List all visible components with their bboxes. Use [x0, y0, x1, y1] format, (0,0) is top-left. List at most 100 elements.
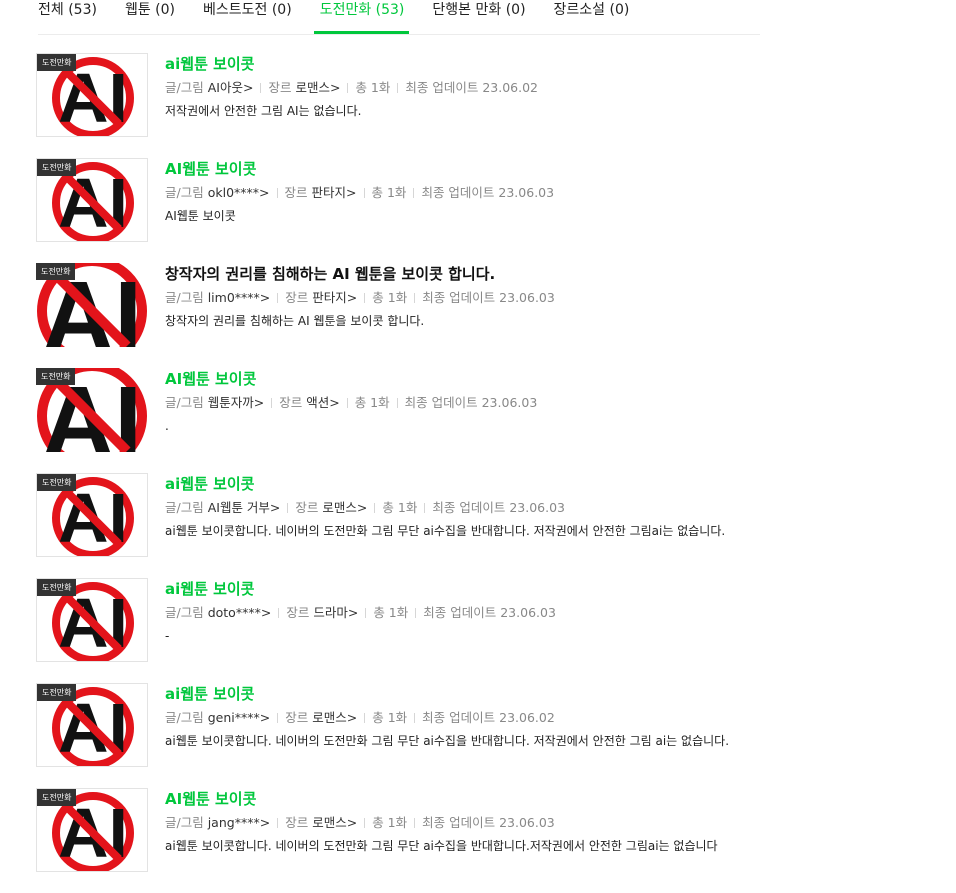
- genre-name: 판타지: [311, 185, 347, 200]
- thumbnail[interactable]: AI도전만화: [36, 788, 148, 872]
- meta-divider: [277, 713, 279, 723]
- genre-link[interactable]: 장르 로맨스>: [268, 80, 340, 95]
- update-date: 23.06.03: [499, 290, 555, 305]
- item-meta: 글/그림 geni****> 장르 로맨스> 총 1화 최종 업데이트 23.06.0…: [165, 709, 555, 727]
- meta-divider: [414, 818, 416, 828]
- chevron-right-icon: >: [259, 815, 271, 830]
- chevron-right-icon: >: [329, 80, 341, 95]
- thumbnail[interactable]: AI도전만화: [36, 53, 148, 137]
- update-date: 23.06.02: [482, 80, 539, 95]
- author-link[interactable]: 글/그림 doto****>: [165, 605, 271, 620]
- meta-divider: [364, 818, 366, 828]
- update-date: 23.06.03: [481, 395, 538, 410]
- thumbnail[interactable]: AI도전만화: [36, 473, 148, 557]
- chevron-right-icon: >: [259, 290, 271, 305]
- genre-link[interactable]: 장르 드라마>: [286, 605, 358, 620]
- genre-link[interactable]: 장르 판타지>: [285, 185, 357, 200]
- episode-count: 총 1화: [371, 185, 407, 200]
- list-item: AI도전만화AI웹툰 보이콧글/그림 웹툰자까>장르 액션>총 1화최종 업데이…: [36, 368, 796, 473]
- meta-divider: [271, 398, 273, 408]
- genre-link[interactable]: 장르 로맨스>: [285, 710, 357, 725]
- meta-divider: [276, 188, 278, 198]
- list-item: AI도전만화 AI웹툰 보이콧글/그림 okl0****> 장르 판타지> 총 1화 최…: [36, 158, 796, 263]
- genre-link[interactable]: 장르 로맨스>: [285, 815, 357, 830]
- author-name: okl0****: [207, 185, 260, 200]
- item-title[interactable]: AI웹툰 보이콧: [165, 789, 256, 809]
- list-item: AI도전만화AI웹툰 보이콧글/그림 jang****>장르 로맨스>총 1화최…: [36, 788, 796, 893]
- meta-divider: [414, 713, 416, 723]
- item-description: -: [165, 629, 170, 643]
- item-title[interactable]: ai웹툰 보이콧: [165, 54, 255, 74]
- meta-divider: [287, 503, 289, 513]
- update-date: 23.06.03: [500, 605, 556, 620]
- meta-divider: [365, 608, 367, 618]
- genre-name: 드라마: [313, 605, 348, 620]
- update-date: 23.06.03: [509, 500, 565, 515]
- item-meta: 글/그림 lim0****> 장르 판타지> 총 1화 최종 업데이트 23.06.0…: [165, 289, 555, 307]
- item-title[interactable]: AI웹툰 보이콧: [165, 369, 256, 389]
- author-link[interactable]: 글/그림 lim0****>: [165, 290, 270, 305]
- update-date: 23.06.03: [499, 815, 555, 830]
- genre-prefix: 장르: [268, 80, 292, 95]
- genre-link[interactable]: 장르 로맨스>: [295, 500, 367, 515]
- author-link[interactable]: 글/그림 AI아웃>: [165, 80, 253, 95]
- author-name: jang****: [207, 815, 260, 830]
- chevron-right-icon: >: [346, 710, 358, 725]
- author-name: 웹툰자까: [207, 395, 254, 410]
- thumbnail[interactable]: AI도전만화: [36, 263, 148, 347]
- update-prefix: 최종 업데이트: [432, 500, 506, 515]
- item-meta: 글/그림 AI웹툰 거부> 장르 로맨스> 총 1화 최종 업데이트 23.06.03: [165, 499, 565, 517]
- episode-count: 총 1화: [372, 290, 408, 305]
- thumbnail[interactable]: AI도전만화: [36, 158, 148, 242]
- author-link[interactable]: 글/그림 AI웹툰 거부>: [165, 500, 280, 515]
- item-meta: 글/그림 okl0****> 장르 판타지> 총 1화 최종 업데이트 23.06.0…: [165, 184, 554, 202]
- thumbnail[interactable]: AI도전만화: [36, 578, 148, 662]
- meta-divider: [277, 293, 279, 303]
- author-link[interactable]: 글/그림 jang****>: [165, 815, 270, 830]
- genre-link[interactable]: 장르 판타지>: [285, 290, 357, 305]
- author-link[interactable]: 글/그림 okl0****>: [165, 185, 270, 200]
- tab-webtoon[interactable]: 웹툰 (0): [125, 0, 175, 34]
- item-description: ai웹툰 보이콧합니다. 네이버의 도전만화 그림 무단 ai수집을 반대합니다…: [165, 524, 726, 538]
- chevron-right-icon: >: [346, 815, 358, 830]
- genre-link[interactable]: 장르 액션>: [279, 395, 340, 410]
- chevron-right-icon: >: [253, 395, 265, 410]
- episode-count: 총 1화: [355, 80, 391, 95]
- tab-genre-novel[interactable]: 장르소설 (0): [554, 0, 630, 34]
- meta-divider: [397, 83, 399, 93]
- item-title[interactable]: 창작자의 권리를 침해하는 AI 웹툰을 보이콧 합니다.: [165, 264, 495, 284]
- update-prefix: 최종 업데이트: [423, 605, 497, 620]
- meta-divider: [364, 713, 366, 723]
- challenge-badge: 도전만화: [36, 263, 76, 280]
- item-title[interactable]: ai웹툰 보이콧: [165, 684, 255, 704]
- author-link[interactable]: 글/그림 geni****>: [165, 710, 270, 725]
- chevron-right-icon: >: [329, 395, 340, 410]
- author-name: lim0****: [207, 290, 260, 305]
- tab-best-challenge[interactable]: 베스트도전 (0): [203, 0, 292, 34]
- item-title[interactable]: ai웹툰 보이콧: [165, 579, 255, 599]
- thumbnail[interactable]: AI도전만화: [36, 683, 148, 767]
- list-item: AI도전만화 창작자의 권리를 침해하는 AI 웹툰을 보이콧 합니다. 글/그림 …: [36, 263, 796, 368]
- meta-divider: [415, 608, 417, 618]
- tab-all[interactable]: 전체 (53): [38, 0, 97, 34]
- genre-name: 로맨스: [312, 710, 347, 725]
- author-prefix: 글/그림: [165, 500, 204, 515]
- genre-prefix: 장르: [286, 605, 310, 620]
- item-title[interactable]: AI웹툰 보이콧: [165, 159, 256, 179]
- challenge-badge: 도전만화: [37, 684, 77, 701]
- genre-name: 로맨스: [295, 80, 330, 95]
- genre-name: 판타지: [312, 290, 347, 305]
- thumbnail[interactable]: AI도전만화: [36, 368, 148, 452]
- chevron-right-icon: >: [346, 185, 357, 200]
- meta-divider: [374, 503, 376, 513]
- item-title[interactable]: ai웹툰 보이콧: [165, 474, 255, 494]
- update-date: 23.06.03: [498, 185, 555, 200]
- update-prefix: 최종 업데이트: [421, 185, 495, 200]
- tab-challenge[interactable]: 도전만화 (53): [313, 0, 410, 34]
- tab-book-comics[interactable]: 단행본 만화 (0): [432, 0, 525, 34]
- meta-divider: [413, 188, 415, 198]
- item-meta: 글/그림 doto****> 장르 드라마> 총 1화 최종 업데이트 23.06.0…: [165, 604, 556, 622]
- genre-prefix: 장르: [284, 185, 308, 200]
- item-meta: 글/그림 웹툰자까> 장르 액션> 총 1화 최종 업데이트 23.06.03: [165, 394, 537, 412]
- author-link[interactable]: 글/그림 웹툰자까>: [165, 395, 264, 410]
